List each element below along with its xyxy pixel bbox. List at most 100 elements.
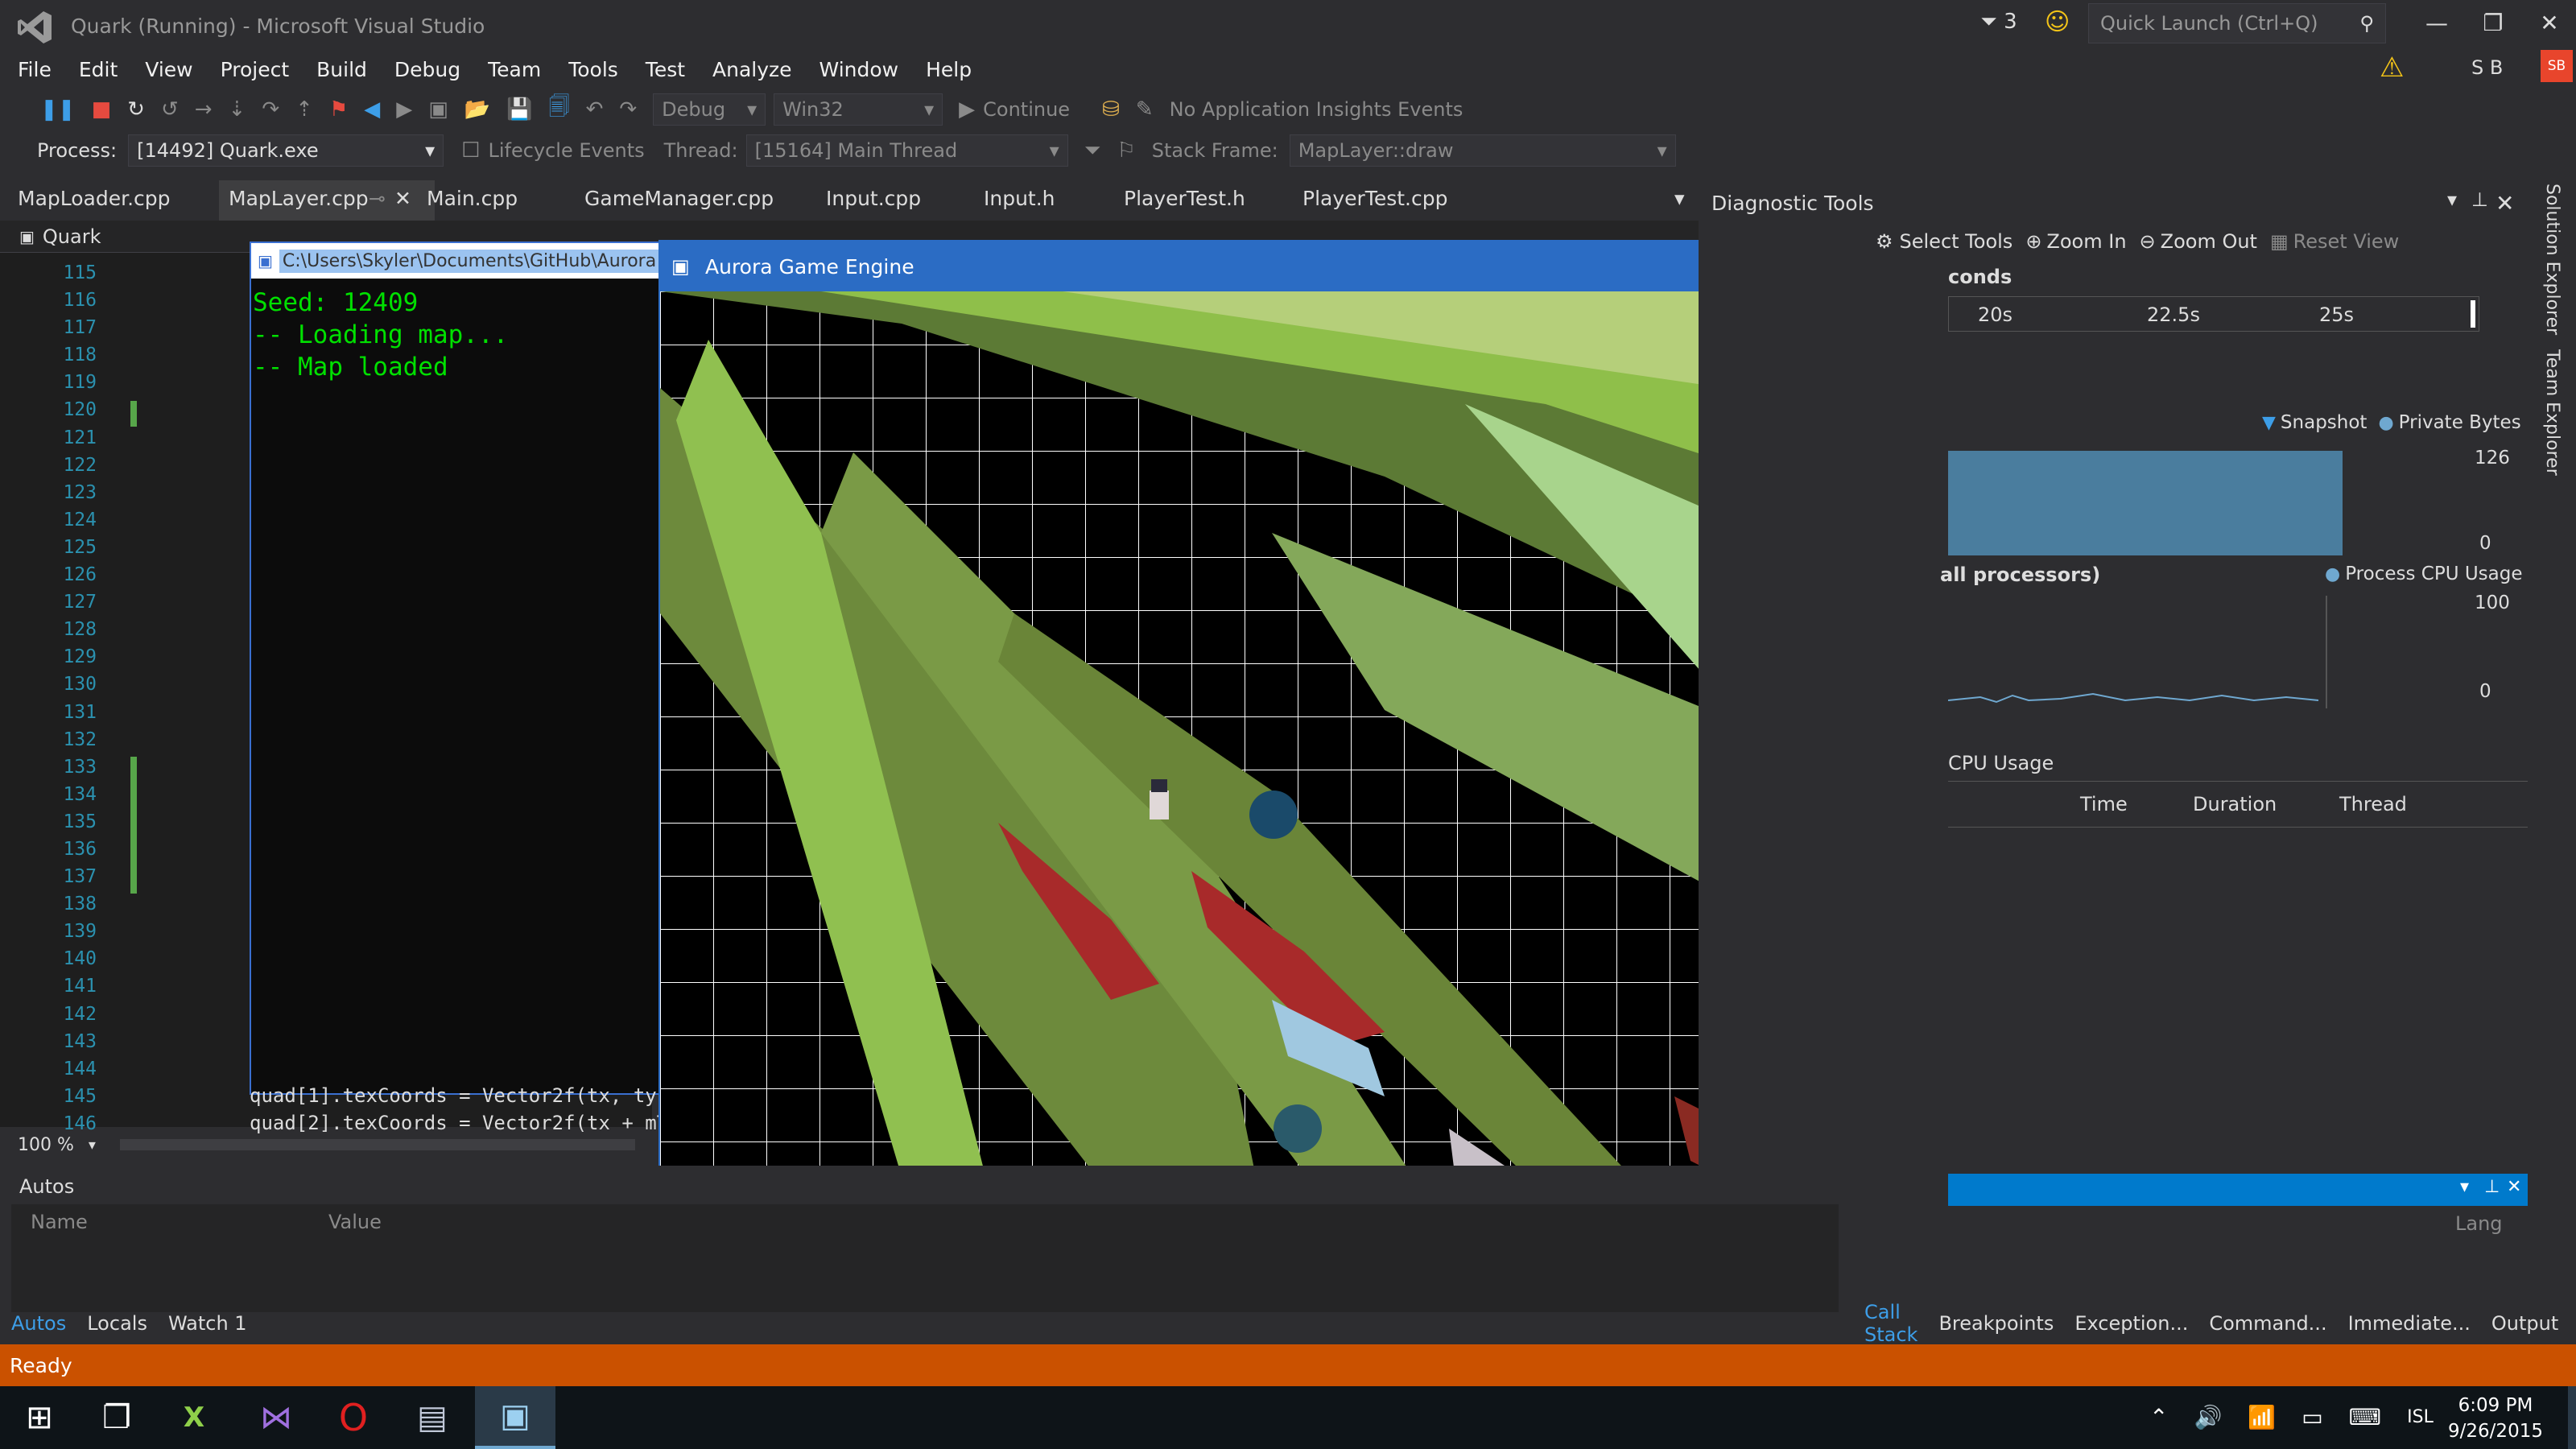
menu-test[interactable]: Test (646, 58, 685, 81)
menu-view[interactable]: View (145, 58, 192, 81)
zoom-out-icon[interactable]: ⊖ (2140, 230, 2156, 253)
tab-maploader[interactable]: MapLoader.cpp (18, 187, 171, 210)
tab-watch1[interactable]: Watch 1 (168, 1312, 247, 1335)
reset-view-icon[interactable]: ▦ (2270, 230, 2289, 253)
select-tools-icon[interactable]: ⚙ (1876, 230, 1893, 253)
menu-edit[interactable]: Edit (79, 58, 118, 81)
task-view-icon[interactable]: ❐ (80, 1386, 153, 1449)
show-next-statement-icon[interactable]: ↺ (161, 97, 179, 122)
tab-input-cpp[interactable]: Input.cpp (826, 187, 921, 210)
close-icon[interactable]: ✕ (2496, 190, 2514, 217)
dropdown-icon[interactable]: ▾ (2460, 1177, 2469, 1197)
visual-studio-icon[interactable]: ⋈ (240, 1386, 312, 1449)
menu-tools[interactable]: Tools (568, 58, 618, 81)
stack-frame-dropdown[interactable]: MapLayer::draw ▾ (1289, 134, 1676, 167)
tab-locals[interactable]: Locals (87, 1312, 147, 1335)
lifecycle-events-button[interactable]: Lifecycle Events (488, 139, 644, 162)
restart-icon[interactable]: ↻ (127, 97, 145, 122)
application-insights-button[interactable]: No Application Insights Events (1170, 98, 1463, 121)
column-header-duration[interactable]: Duration (2193, 793, 2277, 815)
reset-view-button[interactable]: Reset View (2293, 230, 2400, 253)
navigate-back-icon[interactable]: ◀ (364, 97, 380, 122)
zoom-in-button[interactable]: Zoom In (2046, 230, 2126, 253)
platform-dropdown[interactable]: Win32 ▾ (774, 93, 943, 126)
zoom-out-button[interactable]: Zoom Out (2161, 230, 2257, 253)
tab-output[interactable]: Output (2491, 1312, 2558, 1335)
zoom-level-dropdown[interactable]: 100 % (18, 1135, 74, 1155)
tab-gamemanager[interactable]: GameManager.cpp (584, 187, 774, 210)
feedback-smiley-icon[interactable]: ☺ (2045, 8, 2070, 36)
configuration-dropdown[interactable]: Debug ▾ (653, 93, 766, 126)
tab-playertest-cpp[interactable]: PlayerTest.cpp (1302, 187, 1447, 210)
column-header-thread[interactable]: Thread (2339, 793, 2407, 815)
show-desktop-button[interactable] (2568, 1386, 2576, 1449)
column-header-time[interactable]: Time (2080, 793, 2128, 815)
menu-build[interactable]: Build (316, 58, 367, 81)
autos-grid[interactable]: Name Value (11, 1204, 1839, 1312)
quick-launch-input[interactable]: Quick Launch (Ctrl+Q) ⚲ (2088, 3, 2386, 43)
step-over-icon[interactable]: ⇣ (229, 97, 246, 122)
minimize-button[interactable]: — (2412, 5, 2462, 40)
menu-analyze[interactable]: Analyze (712, 58, 792, 81)
dropdown-icon[interactable]: ▾ (2447, 188, 2457, 211)
file-explorer-icon[interactable]: ▤ (396, 1386, 469, 1449)
tab-command-window[interactable]: Command... (2209, 1312, 2326, 1335)
console-title-bar[interactable]: ▣ C:\Users\Skyler\Documents\GitHub\Auror… (251, 243, 667, 279)
tab-breakpoints[interactable]: Breakpoints (1938, 1312, 2054, 1335)
pin-icon[interactable]: ⊸ (369, 187, 386, 210)
horizontal-scrollbar[interactable] (119, 1139, 635, 1150)
tab-overflow-icon[interactable]: ▾ (1674, 187, 1685, 210)
side-tab-team-explorer[interactable]: Team Explorer (2542, 349, 2562, 476)
solution-icon[interactable]: ▣ (428, 97, 448, 122)
close-icon[interactable]: ✕ (2507, 1177, 2521, 1197)
tab-autos[interactable]: Autos (11, 1312, 66, 1335)
keyboard-icon[interactable]: ⌨ (2349, 1404, 2381, 1430)
tab-call-stack[interactable]: Call Stack (1864, 1301, 1918, 1346)
menu-window[interactable]: Window (819, 58, 899, 81)
pin-icon[interactable]: ⊥ (2471, 188, 2488, 211)
menu-help[interactable]: Help (926, 58, 972, 81)
cpu-usage-tab[interactable]: CPU Usage (1948, 752, 2054, 774)
step-out-icon[interactable]: ↷ (262, 97, 279, 122)
timeline-cursor[interactable] (2471, 300, 2475, 328)
pause-icon[interactable]: ❚❚ (40, 97, 76, 122)
notifications-filter[interactable]: ⏷ 3 (1980, 10, 2017, 35)
insights-icon[interactable]: ✎ (1136, 97, 1154, 122)
tab-playertest-h[interactable]: PlayerTest.h (1124, 187, 1245, 210)
step-back-icon[interactable]: ⇡ (295, 97, 313, 122)
resharper-icon[interactable]: X (158, 1386, 230, 1449)
avatar[interactable]: SB (2541, 50, 2573, 82)
save-all-icon[interactable]: 🗐 (549, 92, 570, 127)
tab-maplayer[interactable]: MapLayer.cpp (229, 187, 369, 210)
tab-immediate-window[interactable]: Immediate... (2348, 1312, 2471, 1335)
step-into-icon[interactable]: → (195, 97, 213, 122)
console-window[interactable]: ▣ C:\Users\Skyler\Documents\GitHub\Auror… (250, 242, 668, 1095)
tab-input-h[interactable]: Input.h (984, 187, 1055, 210)
side-tab-solution-explorer[interactable]: Solution Explorer (2542, 184, 2562, 335)
menu-file[interactable]: File (18, 58, 52, 81)
restore-button[interactable]: ❐ (2468, 5, 2518, 40)
input-language[interactable]: ISL (2407, 1407, 2434, 1427)
continue-icon[interactable]: ▶ (959, 97, 975, 122)
continue-button[interactable]: Continue (983, 98, 1070, 121)
tab-main[interactable]: Main.cpp (427, 187, 518, 210)
close-button[interactable]: ✕ (2524, 5, 2574, 40)
timeline-ruler[interactable]: 20s 22.5s 25s (1948, 296, 2479, 332)
undo-icon[interactable]: ↶ (586, 97, 604, 122)
chevron-down-icon[interactable]: ▾ (89, 1137, 96, 1154)
column-header-value[interactable]: Value (328, 1211, 382, 1233)
game-window-task-icon[interactable]: ▣ (475, 1386, 555, 1449)
stop-icon[interactable]: ■ (92, 97, 112, 122)
redo-icon[interactable]: ↷ (619, 97, 637, 122)
tab-exception-settings[interactable]: Exception... (2074, 1312, 2188, 1335)
filter-icon[interactable]: ⏷ (1084, 138, 1101, 163)
clock[interactable]: 6:09 PM 9/26/2015 (2447, 1393, 2544, 1444)
process-dropdown[interactable]: [14492] Quark.exe ▾ (128, 134, 444, 167)
start-windows-icon[interactable]: ⊞ (3, 1386, 76, 1449)
project-dropdown[interactable]: Quark (43, 225, 101, 248)
menu-project[interactable]: Project (221, 58, 290, 81)
opera-icon[interactable]: O (317, 1386, 390, 1449)
user-name[interactable]: S B (2471, 56, 2503, 79)
warning-icon[interactable]: ⚠ (2380, 52, 2404, 84)
battery-icon[interactable]: ▭ (2301, 1404, 2322, 1430)
